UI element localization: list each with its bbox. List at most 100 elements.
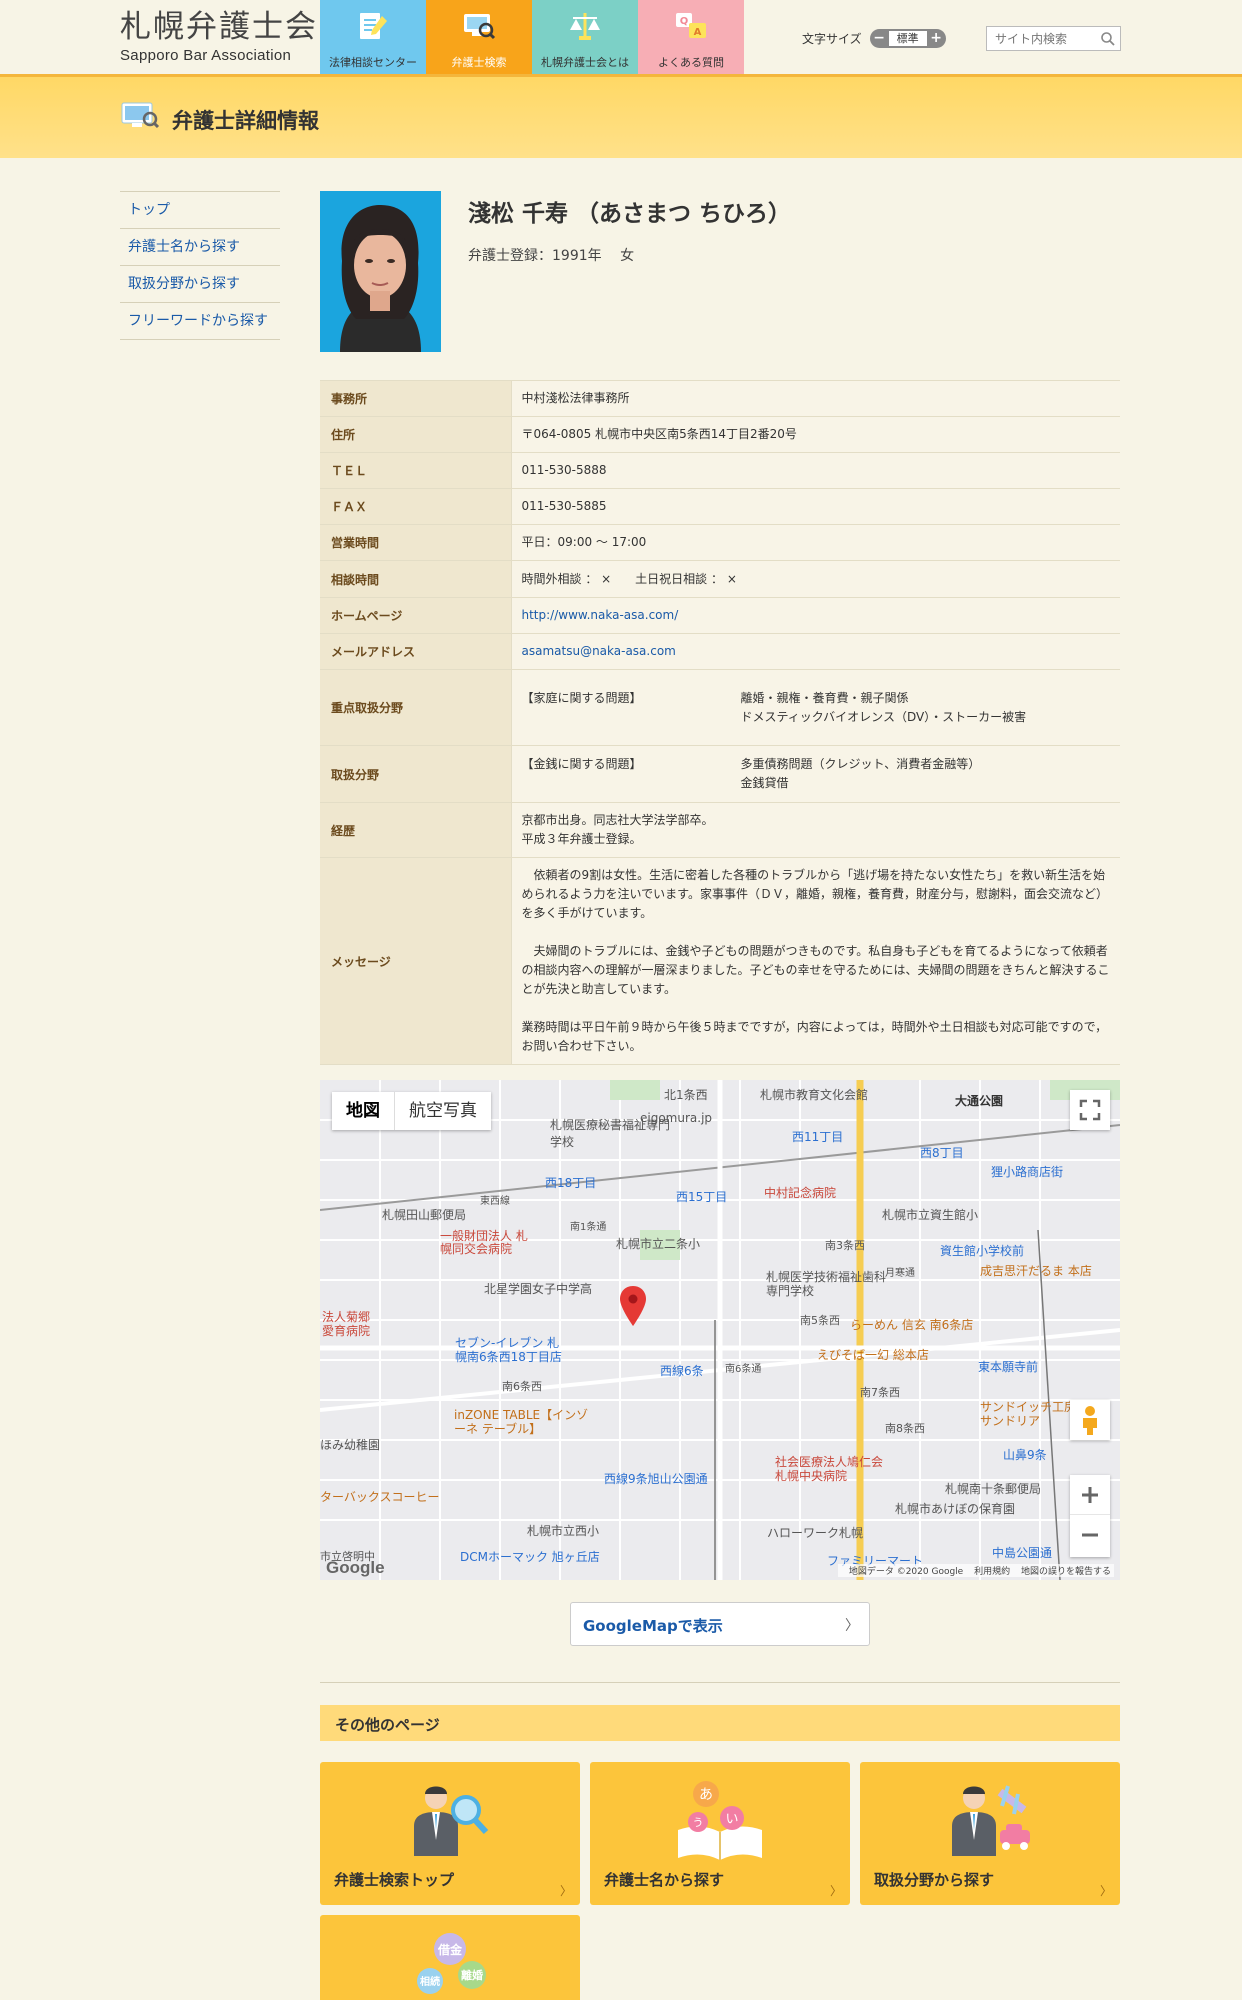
map-label: サンドイッチ工房 サンドリア bbox=[980, 1400, 1077, 1428]
row-label-message: メッセージ bbox=[320, 857, 512, 1065]
page-title-band: 弁護士詳細情報 bbox=[0, 74, 1242, 158]
homepage-link[interactable]: http://www.naka-asa.com/ bbox=[522, 608, 679, 622]
map-label: 一般財団法人 札幌同交会病院 bbox=[440, 1229, 528, 1256]
zoom-out-button[interactable] bbox=[1070, 1515, 1110, 1555]
map-label: 札幌市あけぼの保育園 bbox=[895, 1502, 1016, 1516]
computer-search-icon bbox=[121, 102, 160, 129]
plus-icon bbox=[1082, 1487, 1098, 1503]
embedded-map[interactable]: 北1条西 札幌市教育文化会館 大通公園 札幌医療秘書福祉専門学校 eigomur… bbox=[320, 1080, 1120, 1580]
glyph-inherit: 相続 bbox=[420, 1975, 440, 1988]
table-row: 取扱分野 【金銭に関する問題】 多重債務問題（クレジット、消費者金融等） 金銭貸… bbox=[320, 745, 1120, 803]
nav-faq[interactable]: Q A よくある質問 bbox=[638, 0, 744, 74]
other-pages-header: その他のページ bbox=[320, 1705, 1120, 1741]
focus-item: ドメスティックバイオレンス（DV）・ストーカー被害 bbox=[740, 709, 1027, 724]
scales-icon bbox=[570, 13, 600, 40]
message-cell: 依頼者の9割は女性。生活に密着した各種のトラブルから「逃げ場を持たない女性たち」… bbox=[511, 857, 1120, 1065]
map-label: 札幌市立二条小 bbox=[616, 1237, 701, 1251]
glyph-a: あ bbox=[699, 1787, 713, 1803]
nav-label: 弁護士検索 bbox=[451, 56, 507, 69]
map-label: 月寒通 bbox=[885, 1268, 915, 1279]
row-label-tel: ＴＥＬ bbox=[320, 452, 512, 489]
sidebar-item-search-by-field[interactable]: 取扱分野から探す bbox=[120, 266, 280, 303]
sidebar-item-search-by-keyword[interactable]: フリーワードから探す bbox=[120, 303, 280, 340]
row-label-fax: ＦＡＸ bbox=[320, 488, 512, 525]
minus-icon bbox=[1082, 1533, 1098, 1537]
map-label: 札幌市立西小 bbox=[527, 1524, 600, 1538]
card-search-by-name[interactable]: あ い う 弁護士名から探す 〉 bbox=[590, 1762, 850, 1905]
glyph-u: う bbox=[693, 1816, 704, 1829]
map-label: 南7条西 bbox=[860, 1386, 900, 1399]
pegman-icon bbox=[1083, 1406, 1097, 1435]
font-size-standard-button[interactable]: 標準 bbox=[888, 31, 927, 46]
nav-about-association[interactable]: 札幌弁護士会とは bbox=[532, 0, 638, 74]
map-label: 成吉思汗だるま 本店 bbox=[980, 1264, 1092, 1278]
font-size-label: 文字サイズ bbox=[802, 32, 862, 46]
message-paragraph: 依頼者の9割は女性。生活に密着した各種のトラブルから「逃げ場を持たない女性たち」… bbox=[521, 868, 1108, 920]
map-attribution: 地図データ ©2020 Google 利用規約 地図の誤りを報告する bbox=[837, 1564, 1114, 1577]
zoom-in-button[interactable] bbox=[1070, 1475, 1110, 1515]
address-value: 〒064-0805 札幌市中央区南5条西14丁目2番20号 bbox=[511, 416, 1120, 453]
map-label: ハローワーク札幌 bbox=[767, 1526, 864, 1540]
table-row: 相談時間 時間外相談 ： × 土日祝日相談 ： × bbox=[320, 560, 1120, 598]
report-error-link[interactable]: 地図の誤りを報告する bbox=[1021, 1567, 1111, 1577]
career-cell: 京都市出身。同志社大学法学部卒。 平成３年弁護士登録。 bbox=[511, 802, 1120, 858]
chevron-right-icon: 〉 bbox=[845, 1618, 859, 1634]
hours-value: 平日：09:00 ～ 17:00 bbox=[511, 524, 1120, 561]
card-search-by-field[interactable]: 取扱分野から探す 〉 bbox=[860, 1762, 1120, 1905]
open-google-maps-button[interactable]: GoogleMapで表示 〉 bbox=[570, 1602, 870, 1646]
sidebar-item-search-by-name[interactable]: 弁護士名から探す bbox=[120, 229, 280, 266]
lawyer-search-icon bbox=[414, 1786, 489, 1856]
table-row: 重点取扱分野 【家庭に関する問題】 離婚・親権・養育費・親子関係 ドメスティック… bbox=[320, 669, 1120, 746]
row-label-homepage: ホームページ bbox=[320, 597, 512, 634]
map-label: inZONE TABLE【インゾーネ テーブル】 bbox=[454, 1408, 589, 1436]
site-search-input[interactable] bbox=[987, 27, 1095, 50]
map-tab-aerial[interactable]: 航空写真 bbox=[395, 1092, 491, 1130]
map-label: 中村記念病院 bbox=[764, 1186, 837, 1200]
chevron-right-icon: 〉 bbox=[559, 1884, 572, 1898]
message-paragraph: 業務時間は平日午前９時から午後５時までですが，内容によっては，時間外や土日相談も… bbox=[521, 1020, 1108, 1053]
lawyer-field-icon bbox=[952, 1785, 1030, 1856]
nav-lawyer-search[interactable]: 弁護士検索 bbox=[426, 0, 532, 74]
lawyer-photo bbox=[320, 191, 441, 352]
card-label: 弁護士名から探す bbox=[604, 1871, 725, 1889]
card-search-top[interactable]: 弁護士検索トップ 〉 bbox=[320, 1762, 580, 1905]
map-label: 札幌南十条郵便局 bbox=[945, 1482, 1042, 1496]
map-label: セブン-イレブン 札幌南6条西18丁目店 bbox=[455, 1336, 562, 1364]
card-search-by-keyword[interactable]: 借金 離婚 相続 bbox=[320, 1915, 580, 2000]
map-label: 社会医療法人鳩仁会 札幌中央病院 bbox=[775, 1455, 884, 1483]
street-view-button[interactable] bbox=[1070, 1400, 1110, 1440]
practice-item: 多重債務問題（クレジット、消費者金融等） bbox=[740, 757, 981, 771]
map-label: 北1条西 bbox=[664, 1088, 708, 1102]
font-size-decrease-button[interactable]: − bbox=[872, 31, 887, 46]
career-line: 平成３年弁護士登録。 bbox=[521, 832, 642, 846]
row-label-email: メールアドレス bbox=[320, 633, 512, 670]
row-label-consultation: 相談時間 bbox=[320, 560, 512, 598]
card-label: 取扱分野から探す bbox=[874, 1871, 995, 1889]
row-label-address: 住所 bbox=[320, 416, 512, 453]
map-label: 札幌田山郵便局 bbox=[382, 1208, 467, 1222]
site-header: 札幌弁護士会 Sapporo Bar Association 法律相談センター … bbox=[0, 0, 1242, 74]
section-divider bbox=[320, 1682, 1120, 1683]
table-row: 事務所 中村淺松法律事務所 bbox=[320, 380, 1120, 417]
fax-value: 011-530-5885 bbox=[511, 488, 1120, 525]
email-cell: asamatsu@naka-asa.com bbox=[511, 633, 1120, 670]
sidebar-item-top[interactable]: トップ bbox=[120, 192, 280, 229]
fullscreen-button[interactable] bbox=[1070, 1090, 1110, 1130]
email-link[interactable]: asamatsu@naka-asa.com bbox=[522, 644, 676, 658]
map-tab-map[interactable]: 地図 bbox=[332, 1092, 395, 1130]
location-pin-icon[interactable] bbox=[620, 1286, 646, 1326]
search-icon[interactable] bbox=[1100, 31, 1116, 47]
fullscreen-icon bbox=[1079, 1099, 1101, 1121]
portrait-image bbox=[320, 191, 441, 352]
document-pencil-icon bbox=[360, 13, 387, 39]
font-size-increase-button[interactable]: + bbox=[929, 31, 944, 46]
site-logo[interactable]: 札幌弁護士会 Sapporo Bar Association bbox=[120, 10, 318, 64]
map-label: 札幌市教育文化会館 bbox=[760, 1088, 869, 1102]
row-label-focus-areas: 重点取扱分野 bbox=[320, 669, 512, 746]
map-label: 西線6条 bbox=[660, 1364, 704, 1378]
map-label: 南8条西 bbox=[885, 1422, 925, 1435]
terms-link[interactable]: 利用規約 bbox=[974, 1567, 1010, 1577]
map-label: 東西線 bbox=[480, 1196, 510, 1207]
table-row: 経歴 京都市出身。同志社大学法学部卒。 平成３年弁護士登録。 bbox=[320, 802, 1120, 858]
nav-legal-consultation[interactable]: 法律相談センター bbox=[320, 0, 426, 74]
